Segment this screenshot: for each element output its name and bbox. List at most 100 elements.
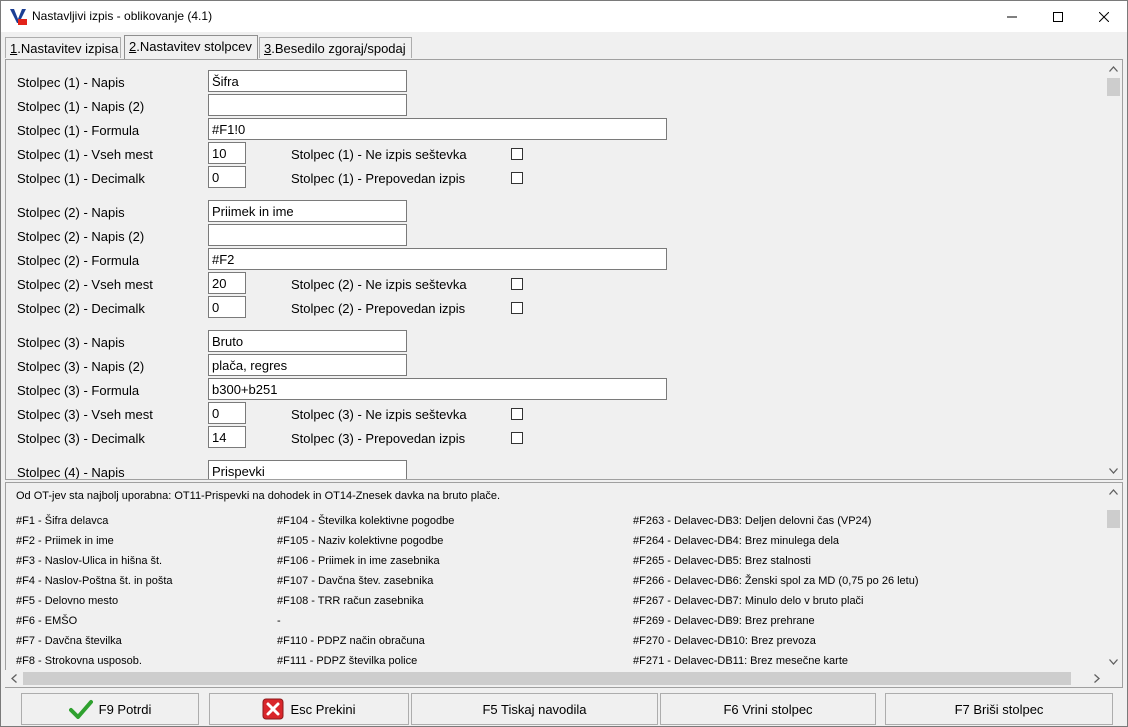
- minimize-button[interactable]: [989, 1, 1035, 32]
- help-scroll-thumb[interactable]: [1107, 510, 1120, 528]
- col4-napis-input[interactable]: Prispevki: [208, 460, 407, 479]
- tab-nastavitev-stolpcev[interactable]: 2.Nastavitev stolpcev: [124, 35, 258, 59]
- col1-ne-izpis-checkbox[interactable]: [511, 148, 523, 160]
- help-item: -: [277, 615, 281, 627]
- insert-column-button[interactable]: F6 Vrini stolpec: [660, 693, 876, 725]
- form-vertical-scrollbar[interactable]: [1105, 60, 1122, 479]
- help-item: #F264 - Delavec-DB4: Brez minulega dela: [633, 535, 840, 547]
- col2-napis2-label: Stolpec (2) - Napis (2): [17, 229, 145, 244]
- col3-ne-izpis-label: Stolpec (3) - Ne izpis seštevka: [291, 407, 467, 422]
- help-title: Od OT-jev sta najbolj uporabna: OT11-Pri…: [16, 490, 501, 502]
- col2-ne-izpis-checkbox[interactable]: [511, 278, 523, 290]
- help-item: #F3 - Naslov-Ulica in hišna št.: [16, 555, 163, 567]
- help-item: #F108 - TRR račun zasebnika: [277, 595, 424, 607]
- col2-formula-input[interactable]: #F2: [208, 248, 667, 270]
- col3-napis-input[interactable]: Bruto: [208, 330, 407, 352]
- col3-napis2-input[interactable]: plača, regres: [208, 354, 407, 376]
- col2-ne-izpis-label: Stolpec (2) - Ne izpis seštevka: [291, 277, 467, 292]
- close-button[interactable]: [1081, 1, 1127, 32]
- help-item: #F6 - EMŠO: [16, 615, 78, 627]
- col3-prepovedan-checkbox[interactable]: [511, 432, 523, 444]
- col1-decimalk-label: Stolpec (1) - Decimalk: [17, 171, 145, 186]
- col3-formula-label: Stolpec (3) - Formula: [17, 383, 140, 398]
- help-horizontal-scrollbar[interactable]: [5, 670, 1105, 687]
- delete-column-button[interactable]: F7 Briši stolpec: [885, 693, 1113, 725]
- help-item: #F111 - PDPZ številka police: [277, 655, 418, 667]
- col2-decimalk-input[interactable]: 0: [208, 296, 246, 318]
- col3-napis-label: Stolpec (3) - Napis: [17, 335, 125, 350]
- help-item: #F271 - Delavec-DB11: Brez mesečne karte: [633, 655, 848, 667]
- help-item: #F107 - Davčna štev. zasebnika: [277, 575, 434, 587]
- col1-napis2-label: Stolpec (1) - Napis (2): [17, 99, 145, 114]
- scroll-down-arrow-icon[interactable]: [1105, 462, 1122, 479]
- col1-napis-input[interactable]: Šifra: [208, 70, 407, 92]
- col2-decimalk-label: Stolpec (2) - Decimalk: [17, 301, 145, 316]
- help-item: #F263 - Delavec-DB3: Deljen delovni čas …: [633, 515, 872, 527]
- help-scroll-down-arrow-icon[interactable]: [1105, 653, 1122, 670]
- close-icon: [1099, 11, 1109, 22]
- col1-napis2-input[interactable]: [208, 94, 407, 116]
- main-window: Nastavljivi izpis - oblikovanje (4.1) 1.…: [0, 0, 1128, 727]
- col2-prepovedan-label: Stolpec (2) - Prepovedan izpis: [291, 301, 466, 316]
- form-scroll-thumb[interactable]: [1107, 78, 1120, 96]
- col2-napis2-input[interactable]: [208, 224, 407, 246]
- col3-napis2-label: Stolpec (3) - Napis (2): [17, 359, 145, 374]
- col3-formula-input[interactable]: b300+b251: [208, 378, 667, 400]
- help-item: #F267 - Delavec-DB7: Minulo delo v bruto…: [633, 595, 864, 607]
- scroll-right-arrow-icon[interactable]: [1088, 670, 1105, 687]
- col3-decimalk-input[interactable]: 14: [208, 426, 246, 448]
- cancel-button[interactable]: Esc Prekini: [209, 693, 409, 725]
- col2-mest-input[interactable]: 20: [208, 272, 246, 294]
- col2-mest-label: Stolpec (2) - Vseh mest: [17, 277, 153, 292]
- maximize-icon: [1053, 11, 1063, 22]
- col1-mest-label: Stolpec (1) - Vseh mest: [17, 147, 153, 162]
- help-item: #F270 - Delavec-DB10: Brez prevoza: [633, 635, 816, 647]
- col2-napis-input[interactable]: Priimek in ime: [208, 200, 407, 222]
- help-hscroll-thumb[interactable]: [23, 672, 1071, 685]
- help-scroll-up-arrow-icon[interactable]: [1105, 483, 1122, 500]
- col2-formula-label: Stolpec (2) - Formula: [17, 253, 140, 268]
- col3-decimalk-label: Stolpec (3) - Decimalk: [17, 431, 145, 446]
- help-item: #F8 - Strokovna usposob.: [16, 655, 142, 667]
- app-logo-icon: [9, 7, 27, 25]
- col1-prepovedan-label: Stolpec (1) - Prepovedan izpis: [291, 171, 466, 186]
- print-instructions-button[interactable]: F5 Tiskaj navodila: [411, 693, 658, 725]
- checkmark-icon: [68, 699, 93, 719]
- confirm-button[interactable]: F9 Potrdi: [21, 693, 199, 725]
- help-item: #F106 - Priimek in ime zasebnika: [277, 555, 440, 567]
- help-item: #F269 - Delavec-DB9: Brez prehrane: [633, 615, 815, 627]
- col1-formula-label: Stolpec (1) - Formula: [17, 123, 140, 138]
- window-title: Nastavljivi izpis - oblikovanje (4.1): [32, 9, 213, 23]
- col1-mest-input[interactable]: 10: [208, 142, 246, 164]
- scroll-left-arrow-icon[interactable]: [5, 670, 22, 687]
- col3-mest-label: Stolpec (3) - Vseh mest: [17, 407, 153, 422]
- help-item: #F265 - Delavec-DB5: Brez stalnosti: [633, 555, 811, 567]
- col3-ne-izpis-checkbox[interactable]: [511, 408, 523, 420]
- help-vertical-scrollbar[interactable]: [1105, 483, 1122, 670]
- help-item: #F110 - PDPZ način obračuna: [277, 635, 425, 647]
- help-item: #F2 - Priimek in ime: [16, 535, 114, 547]
- col1-napis-label: Stolpec (1) - Napis: [17, 75, 125, 90]
- col1-prepovedan-checkbox[interactable]: [511, 172, 523, 184]
- col3-mest-input[interactable]: 0: [208, 402, 246, 424]
- col1-decimalk-input[interactable]: 0: [208, 166, 246, 188]
- maximize-button[interactable]: [1035, 1, 1081, 32]
- help-item: #F1 - Šifra delavca: [16, 515, 109, 527]
- help-item: #F5 - Delovno mesto: [16, 595, 119, 607]
- col2-napis-label: Stolpec (2) - Napis: [17, 205, 125, 220]
- tab-besedilo-zgoraj-spodaj[interactable]: 3.Besedilo zgoraj/spodaj: [259, 37, 412, 58]
- column-settings-panel: Stolpec (1) - Napis Šifra Stolpec (1) - …: [5, 59, 1123, 480]
- help-item: #F105 - Naziv kolektivne pogodbe: [277, 535, 444, 547]
- help-item: #F7 - Davčna številka: [16, 635, 122, 647]
- tab-nastavitev-izpisa[interactable]: 1.Nastavitev izpisa: [5, 37, 121, 58]
- scroll-up-arrow-icon[interactable]: [1105, 60, 1122, 77]
- button-bar: F9 Potrdi Esc Prekini F5 Tiskaj navodila…: [1, 690, 1127, 726]
- help-item: #F4 - Naslov-Poštna št. in pošta: [16, 575, 173, 587]
- col1-formula-input[interactable]: #F1!0: [208, 118, 667, 140]
- col4-napis-label: Stolpec (4) - Napis: [17, 465, 125, 480]
- help-item: #F104 - Številka kolektivne pogodbe: [277, 515, 455, 527]
- col2-prepovedan-checkbox[interactable]: [511, 302, 523, 314]
- cancel-icon: [262, 698, 284, 720]
- col1-ne-izpis-label: Stolpec (1) - Ne izpis seštevka: [291, 147, 467, 162]
- col3-prepovedan-label: Stolpec (3) - Prepovedan izpis: [291, 431, 466, 446]
